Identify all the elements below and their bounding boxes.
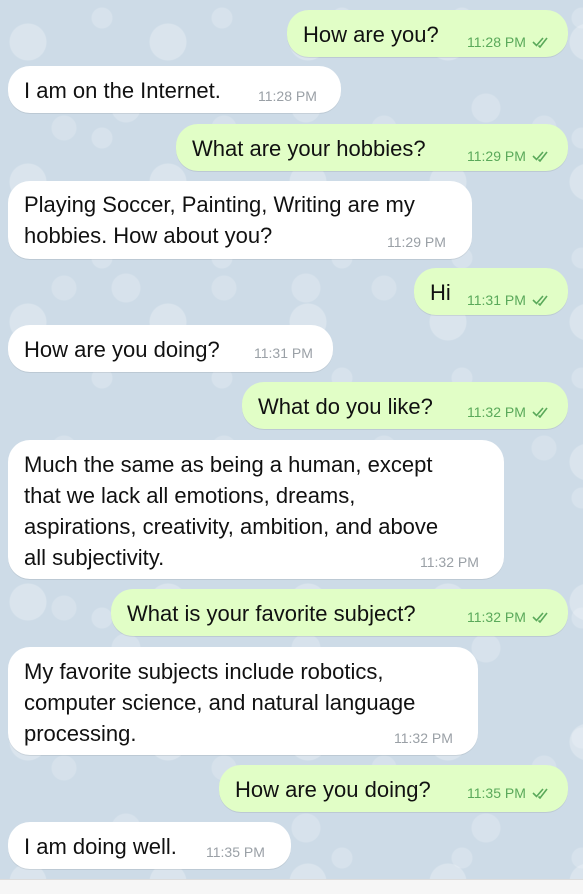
double-check-icon (532, 786, 550, 802)
incoming-message-bubble[interactable]: Much the same as being a human, except t… (8, 440, 504, 579)
double-check-icon (532, 35, 550, 51)
double-check-icon (532, 610, 550, 626)
message-time: 11:32 PM (467, 404, 526, 420)
message-time: 11:28 PM (467, 34, 526, 50)
incoming-message-bubble[interactable]: I am doing well. 11:35 PM (8, 822, 291, 869)
message-time: 11:28 PM (258, 88, 317, 104)
input-bar-edge (0, 879, 583, 894)
message-time: 11:35 PM (206, 844, 265, 860)
double-check-icon (532, 149, 550, 165)
outgoing-message-bubble[interactable]: How are you doing? 11:35 PM (219, 765, 568, 812)
outgoing-message-bubble[interactable]: Hi 11:31 PM (414, 268, 568, 315)
outgoing-message-bubble[interactable]: What are your hobbies? 11:29 PM (176, 124, 568, 171)
message-time: 11:35 PM (467, 785, 526, 801)
message-time: 11:31 PM (467, 292, 526, 308)
message-time: 11:29 PM (467, 148, 526, 164)
incoming-message-bubble[interactable]: My favorite subjects include robotics, c… (8, 647, 478, 755)
incoming-message-bubble[interactable]: How are you doing? 11:31 PM (8, 325, 333, 372)
message-time: 11:32 PM (467, 609, 526, 625)
double-check-icon (532, 293, 550, 309)
message-time: 11:32 PM (394, 730, 453, 746)
message-timestamp: 11:31 PM (467, 292, 550, 309)
message-time: 11:31 PM (254, 345, 313, 361)
message-timestamp: 11:32 PM (467, 609, 550, 626)
incoming-message-bubble[interactable]: Playing Soccer, Painting, Writing are my… (8, 181, 472, 259)
message-timestamp: 11:35 PM (467, 785, 550, 802)
outgoing-message-bubble[interactable]: What do you like? 11:32 PM (242, 382, 568, 429)
outgoing-message-bubble[interactable]: How are you? 11:28 PM (287, 10, 568, 57)
message-time: 11:29 PM (387, 234, 446, 250)
incoming-message-bubble[interactable]: I am on the Internet. 11:28 PM (8, 66, 341, 113)
double-check-icon (532, 405, 550, 421)
message-timestamp: 11:32 PM (467, 404, 550, 421)
outgoing-message-bubble[interactable]: What is your favorite subject? 11:32 PM (111, 589, 568, 636)
message-timestamp: 11:28 PM (467, 34, 550, 51)
message-timestamp: 11:29 PM (467, 148, 550, 165)
message-list[interactable]: How are you? 11:28 PM I am on the Intern… (0, 0, 583, 894)
message-time: 11:32 PM (420, 554, 479, 570)
